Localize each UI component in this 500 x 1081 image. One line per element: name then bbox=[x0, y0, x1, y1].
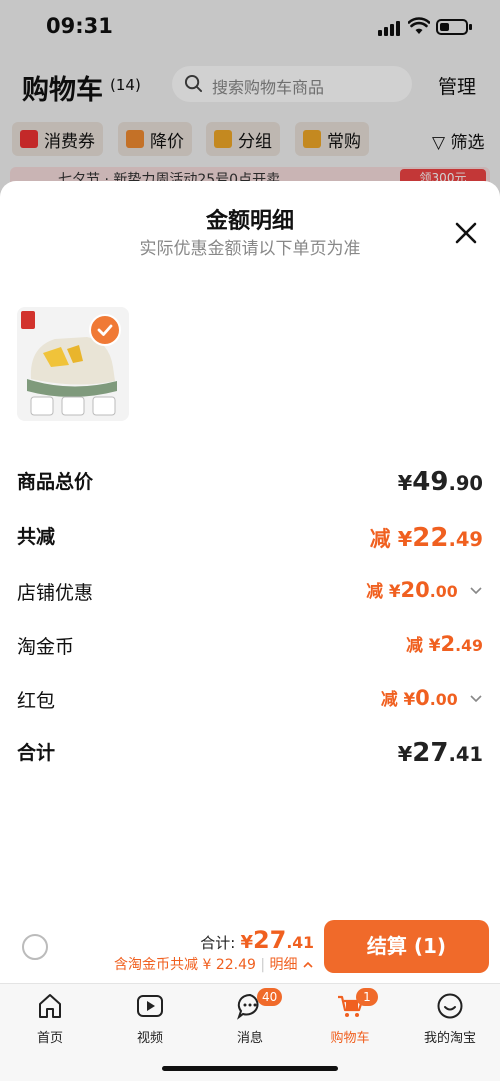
row-store-discount[interactable]: 店铺优惠 减 ¥20.00 bbox=[17, 578, 483, 608]
cart-badge: 1 bbox=[356, 988, 378, 1006]
row-subtotal: 商品总价 ¥49.90 bbox=[17, 467, 483, 497]
row-label: 淘金币 bbox=[17, 636, 75, 658]
row-value: 减 ¥22.49 bbox=[369, 523, 483, 553]
video-icon bbox=[137, 995, 163, 1017]
total-label: 合计: bbox=[200, 934, 236, 952]
row-red-packet[interactable]: 红包 减 ¥0.00 bbox=[17, 686, 483, 716]
row-total: 合计 ¥27.41 bbox=[17, 738, 483, 768]
chevron-down-icon[interactable] bbox=[469, 694, 483, 704]
tab-label: 消息 bbox=[236, 1031, 263, 1046]
row-taojinbi: 淘金币 减 ¥2.49 bbox=[17, 632, 483, 662]
profile-icon bbox=[437, 993, 463, 1019]
row-value: ¥27.41 bbox=[397, 738, 483, 768]
discount-text: 含淘金币共减 ¥ 22.49 bbox=[114, 957, 256, 973]
tab-label: 我的淘宝 bbox=[423, 1031, 476, 1046]
sheet-title: 金额明细 bbox=[205, 209, 294, 234]
row-label: 店铺优惠 bbox=[17, 582, 94, 604]
tab-label: 购物车 bbox=[330, 1031, 370, 1046]
row-label: 红包 bbox=[17, 690, 56, 712]
details-link[interactable]: 明细 bbox=[270, 957, 298, 973]
chevron-down-icon[interactable] bbox=[469, 586, 483, 596]
close-icon[interactable] bbox=[452, 219, 480, 247]
tab-home[interactable]: 首页 bbox=[10, 990, 90, 1046]
tab-label: 首页 bbox=[36, 1031, 63, 1046]
tab-label: 视频 bbox=[136, 1031, 163, 1046]
row-value: ¥49.90 bbox=[397, 467, 483, 497]
row-value: 减 ¥20.00 bbox=[366, 578, 483, 602]
tab-video[interactable]: 视频 bbox=[110, 990, 190, 1046]
home-indicator[interactable] bbox=[162, 1066, 338, 1071]
home-icon bbox=[39, 994, 61, 1018]
row-label: 共减 bbox=[17, 526, 56, 548]
row-total-discount: 共减 减 ¥22.49 bbox=[17, 522, 483, 553]
message-badge: 40 bbox=[257, 988, 283, 1006]
discount-summary[interactable]: 含淘金币共减 ¥ 22.49 | 明细 bbox=[114, 954, 314, 974]
row-value: 减 ¥0.00 bbox=[381, 686, 483, 710]
checkout-total: 合计: ¥27.41 bbox=[200, 926, 314, 954]
total-amount: ¥27.41 bbox=[240, 926, 314, 954]
tab-messages[interactable]: 40 消息 bbox=[210, 988, 290, 1046]
tab-profile[interactable]: 我的淘宝 bbox=[410, 990, 490, 1046]
checkout-bar: 合计: ¥27.41 含淘金币共减 ¥ 22.49 | 明细 结算 (1) bbox=[0, 917, 500, 983]
chevron-up-icon bbox=[303, 961, 313, 968]
tab-cart[interactable]: 1 购物车 bbox=[310, 988, 390, 1046]
checkout-button[interactable]: 结算 (1) bbox=[324, 920, 489, 973]
row-label: 商品总价 bbox=[17, 471, 94, 493]
select-all-radio[interactable] bbox=[22, 934, 48, 960]
row-label: 合计 bbox=[17, 742, 56, 764]
row-value: 减 ¥2.49 bbox=[406, 632, 483, 656]
selected-check-icon[interactable] bbox=[89, 314, 121, 346]
sheet-subtitle: 实际优惠金额请以下单页为准 bbox=[139, 239, 361, 259]
